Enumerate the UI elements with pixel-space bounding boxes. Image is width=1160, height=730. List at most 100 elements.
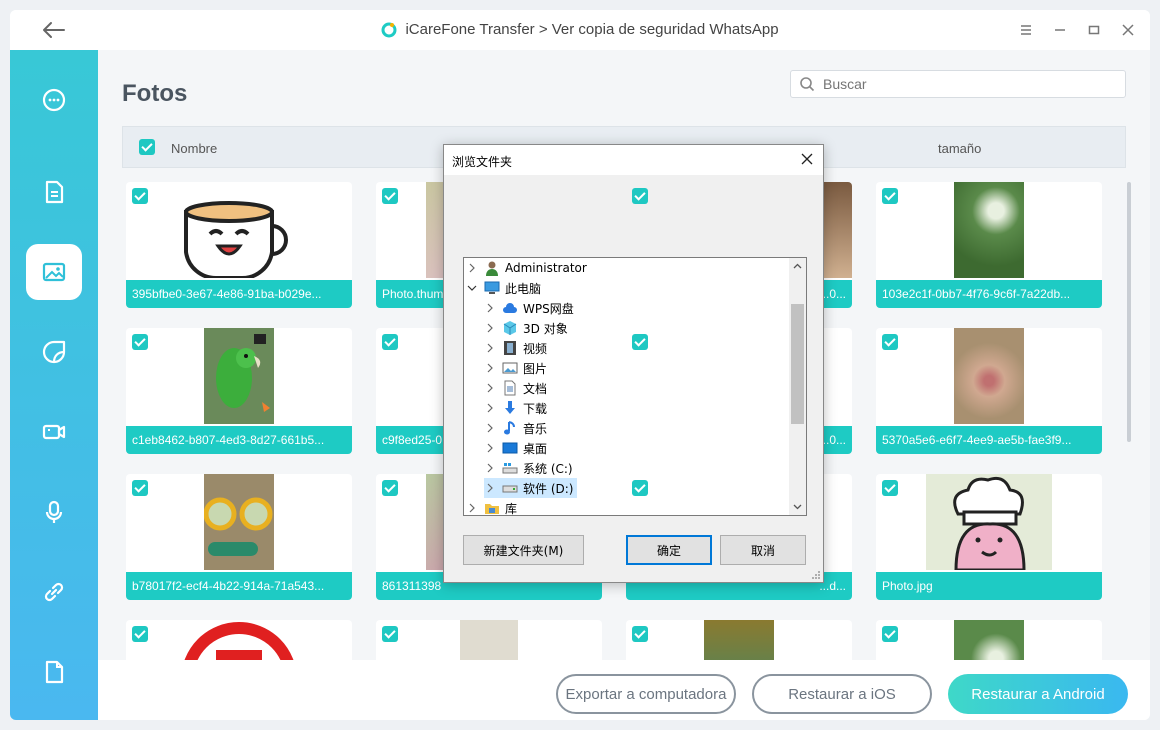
photo-checkbox[interactable] xyxy=(882,334,898,350)
sidebar-item-documents[interactable] xyxy=(26,164,82,220)
photo-checkbox[interactable] xyxy=(132,626,148,642)
dialog-title: 浏览文件夹 xyxy=(452,155,513,169)
photo-checkbox[interactable] xyxy=(382,626,398,642)
scroll-thumb[interactable] xyxy=(791,304,804,424)
tree-item-label: 桌面 xyxy=(523,441,548,456)
photo-card[interactable] xyxy=(626,620,852,660)
parrot-thumbnail xyxy=(204,328,274,424)
photo-filename: b78017f2-ecf4-4b22-914a-71a543... xyxy=(126,572,352,600)
expand-arrow-icon[interactable] xyxy=(484,402,496,414)
new-folder-button[interactable]: 新建文件夹(M) xyxy=(463,535,584,565)
photo-checkbox[interactable] xyxy=(632,480,648,496)
photo-card[interactable] xyxy=(376,620,602,660)
scroll-up-arrow-icon[interactable] xyxy=(789,258,806,275)
sidebar-item-audio[interactable] xyxy=(26,484,82,540)
expand-arrow-icon[interactable] xyxy=(484,382,496,394)
tree-item-label: 软件 (D:) xyxy=(523,481,574,496)
tree-item-label: 库 xyxy=(505,501,518,516)
expand-arrow-icon[interactable] xyxy=(484,342,496,354)
tree-item-label: 视频 xyxy=(523,341,548,356)
expand-arrow-icon[interactable] xyxy=(484,362,496,374)
maximize-icon[interactable] xyxy=(1086,22,1102,38)
folder-tree: Administrator 此电脑 WPS网盘 3D 对象 视频 图片 文档 下… xyxy=(463,257,807,516)
collapse-arrow-icon[interactable] xyxy=(466,282,478,294)
tree-item-desktop[interactable]: 桌面 xyxy=(484,438,547,458)
photo-checkbox[interactable] xyxy=(882,626,898,642)
photo-card[interactable] xyxy=(126,620,352,660)
grid-scrollbar[interactable] xyxy=(1127,182,1131,442)
photo-checkbox[interactable] xyxy=(382,334,398,350)
photo-checkbox[interactable] xyxy=(632,188,648,204)
sunglasses-thumbnail xyxy=(204,474,274,570)
expand-arrow-icon[interactable] xyxy=(466,262,478,274)
tree-item-label: 图片 xyxy=(523,361,548,376)
minimize-icon[interactable] xyxy=(1052,22,1068,38)
sidebar-item-chats[interactable] xyxy=(26,72,82,128)
menu-icon[interactable] xyxy=(1018,22,1034,38)
tree-item-wps-drive[interactable]: WPS网盘 xyxy=(484,298,574,318)
tree-item-documents[interactable]: 文档 xyxy=(484,378,547,398)
sidebar-item-videos[interactable] xyxy=(26,404,82,460)
photo-checkbox[interactable] xyxy=(882,480,898,496)
sidebar xyxy=(10,50,98,720)
dialog-title-bar: 浏览文件夹 xyxy=(444,145,823,175)
photo-card[interactable]: 395bfbe0-3e67-4e86-91ba-b029e... xyxy=(126,182,352,308)
select-all-checkbox[interactable] xyxy=(139,139,155,155)
search-input[interactable] xyxy=(823,76,1113,92)
photo-card[interactable] xyxy=(876,620,1102,660)
cancel-button[interactable]: 取消 xyxy=(720,535,806,565)
tree-item-libraries[interactable]: 库 xyxy=(464,498,518,516)
photo-checkbox[interactable] xyxy=(632,626,648,642)
column-size-header[interactable]: tamaño xyxy=(938,141,981,156)
sidebar-item-links[interactable] xyxy=(26,564,82,620)
sidebar-item-photos[interactable] xyxy=(26,244,82,300)
scroll-down-arrow-icon[interactable] xyxy=(789,498,806,515)
restore-to-ios-button[interactable]: Restaurar a iOS xyxy=(752,674,932,714)
dialog-close-icon[interactable] xyxy=(799,151,815,167)
tree-item-downloads[interactable]: 下载 xyxy=(484,398,547,418)
search-box[interactable] xyxy=(790,70,1126,98)
photo-checkbox[interactable] xyxy=(382,480,398,496)
sidebar-item-stickers[interactable] xyxy=(26,324,82,380)
tree-item-drive-d[interactable]: 软件 (D:) xyxy=(484,478,578,498)
photo-card[interactable]: 5370a5e6-e6f7-4ee9-ae5b-fae3f9... xyxy=(876,328,1102,454)
ok-button[interactable]: 确定 xyxy=(626,535,712,565)
photo-card[interactable]: 103e2c1f-0bb7-4f76-9c6f-7a22db... xyxy=(876,182,1102,308)
photo-thumbnail xyxy=(460,620,518,660)
tree-item-this-pc[interactable]: 此电脑 xyxy=(464,278,541,298)
tree-item-administrator[interactable]: Administrator xyxy=(464,258,587,278)
window-controls xyxy=(1018,22,1136,38)
tree-item-drive-c[interactable]: 系统 (C:) xyxy=(484,458,573,478)
expand-arrow-icon[interactable] xyxy=(484,442,496,454)
restore-to-android-button[interactable]: Restaurar a Android xyxy=(948,674,1128,714)
photo-checkbox[interactable] xyxy=(382,188,398,204)
expand-arrow-icon[interactable] xyxy=(466,502,478,514)
column-name-header[interactable]: Nombre xyxy=(171,141,217,156)
document-icon xyxy=(45,180,64,204)
photo-checkbox[interactable] xyxy=(132,188,148,204)
tree-item-music[interactable]: 音乐 xyxy=(484,418,547,438)
sidebar-item-files[interactable] xyxy=(26,644,82,700)
photo-card[interactable]: Photo.jpg xyxy=(876,474,1102,600)
expand-arrow-icon[interactable] xyxy=(484,422,496,434)
resize-grip-icon[interactable] xyxy=(811,570,821,580)
photo-card[interactable]: b78017f2-ecf4-4b22-914a-71a543... xyxy=(126,474,352,600)
photo-checkbox[interactable] xyxy=(132,480,148,496)
expand-arrow-icon[interactable] xyxy=(484,462,496,474)
desktop-icon xyxy=(502,442,518,454)
photo-checkbox[interactable] xyxy=(632,334,648,350)
export-to-computer-button[interactable]: Exportar a computadora xyxy=(556,674,736,714)
link-icon xyxy=(44,582,64,602)
photo-card[interactable]: c1eb8462-b807-4ed3-8d27-661b5... xyxy=(126,328,352,454)
photo-checkbox[interactable] xyxy=(882,188,898,204)
expand-arrow-icon[interactable] xyxy=(484,302,496,314)
tree-item-pictures[interactable]: 图片 xyxy=(484,358,547,378)
film-icon xyxy=(504,341,516,355)
tree-item-3d-objects[interactable]: 3D 对象 xyxy=(484,318,568,338)
close-icon[interactable] xyxy=(1120,22,1136,38)
tree-item-videos[interactable]: 视频 xyxy=(484,338,547,358)
expand-arrow-icon[interactable] xyxy=(484,482,496,494)
tree-scrollbar[interactable] xyxy=(789,258,806,515)
expand-arrow-icon[interactable] xyxy=(484,322,496,334)
photo-checkbox[interactable] xyxy=(132,334,148,350)
